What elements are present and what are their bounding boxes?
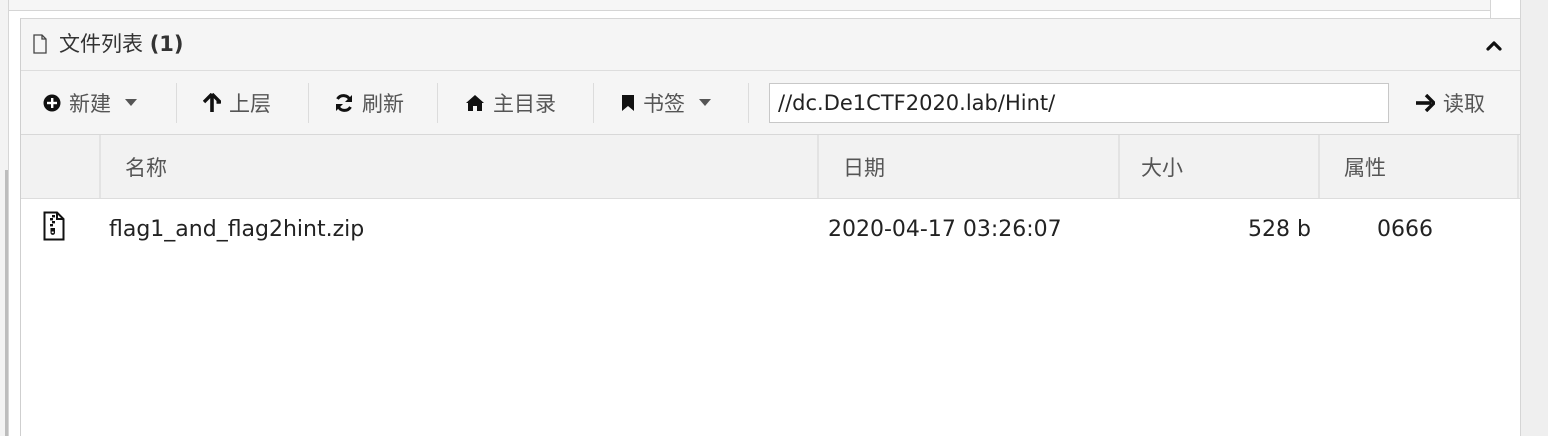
toolbar-divider	[176, 83, 177, 123]
refresh-button[interactable]: 刷新	[334, 71, 404, 135]
file-date: 2020-04-17 03:26:07	[828, 216, 1062, 242]
file-name[interactable]: flag1_and_flag2hint.zip	[109, 199, 364, 259]
home-button[interactable]: 主目录	[465, 71, 556, 135]
toolbar-divider	[437, 83, 438, 123]
home-icon	[466, 95, 484, 111]
zip-file-icon	[43, 211, 65, 241]
column-divider	[1318, 135, 1320, 198]
column-header-name[interactable]: 名称	[125, 135, 167, 198]
up-button-label: 上层	[229, 92, 271, 116]
column-header-attributes[interactable]: 属性	[1344, 135, 1386, 198]
read-button[interactable]: 读取	[1415, 71, 1485, 135]
chevron-up-icon[interactable]	[1483, 35, 1505, 57]
file-icon	[33, 34, 47, 54]
file-count: (1)	[149, 32, 184, 56]
file-list-panel: 文件列表 (1) 新建 上层 刷新 主目录 书签 //dc.De1CTF2020…	[20, 18, 1520, 436]
bookmark-button-label: 书签	[643, 92, 685, 116]
panel-header: 文件列表 (1)	[21, 19, 1520, 71]
arrow-right-icon	[1416, 94, 1435, 112]
new-button[interactable]: 新建	[43, 71, 137, 135]
left-panel-edge	[0, 0, 9, 436]
column-divider	[1118, 135, 1120, 198]
toolbar-divider	[593, 83, 594, 123]
new-button-label: 新建	[69, 92, 111, 116]
table-header: 名称 日期 大小 属性	[21, 135, 1520, 199]
column-header-date[interactable]: 日期	[843, 135, 885, 198]
file-attributes: 0666	[1377, 216, 1433, 242]
column-header-size[interactable]: 大小	[1141, 135, 1183, 198]
refresh-button-label: 刷新	[362, 92, 404, 116]
column-divider	[99, 135, 101, 198]
upper-panel-edge	[8, 0, 1490, 11]
bookmark-button[interactable]: 书签	[621, 71, 711, 135]
table-row[interactable]: flag1_and_flag2hint.zip 2020-04-17 03:26…	[21, 199, 1520, 259]
toolbar-divider	[308, 83, 309, 123]
caret-down-icon	[125, 99, 137, 106]
panel-title-text: 文件列表	[59, 32, 143, 56]
file-size: 528 b	[1248, 216, 1311, 242]
plus-circle-icon	[43, 94, 61, 112]
home-button-label: 主目录	[493, 92, 556, 116]
upper-panel-edge-divider	[1490, 0, 1491, 18]
caret-down-icon	[699, 99, 711, 106]
toolbar: 新建 上层 刷新 主目录 书签 //dc.De1CTF2020.lab/Hint…	[21, 71, 1520, 135]
up-button[interactable]: 上层	[203, 71, 271, 135]
arrow-up-icon	[203, 93, 221, 112]
column-divider	[1517, 135, 1519, 198]
path-input[interactable]	[769, 83, 1389, 123]
read-button-label: 读取	[1443, 92, 1485, 116]
panel-title: 文件列表 (1)	[59, 31, 184, 57]
left-scrollbar[interactable]	[0, 170, 8, 436]
right-scrollbar-track[interactable]	[1520, 0, 1548, 436]
refresh-icon	[336, 94, 352, 112]
column-divider	[817, 135, 819, 198]
bookmark-icon	[622, 95, 634, 111]
toolbar-divider	[748, 83, 749, 123]
file-manager-window: 文件列表 (1) 新建 上层 刷新 主目录 书签 //dc.De1CTF2020…	[0, 0, 1548, 436]
